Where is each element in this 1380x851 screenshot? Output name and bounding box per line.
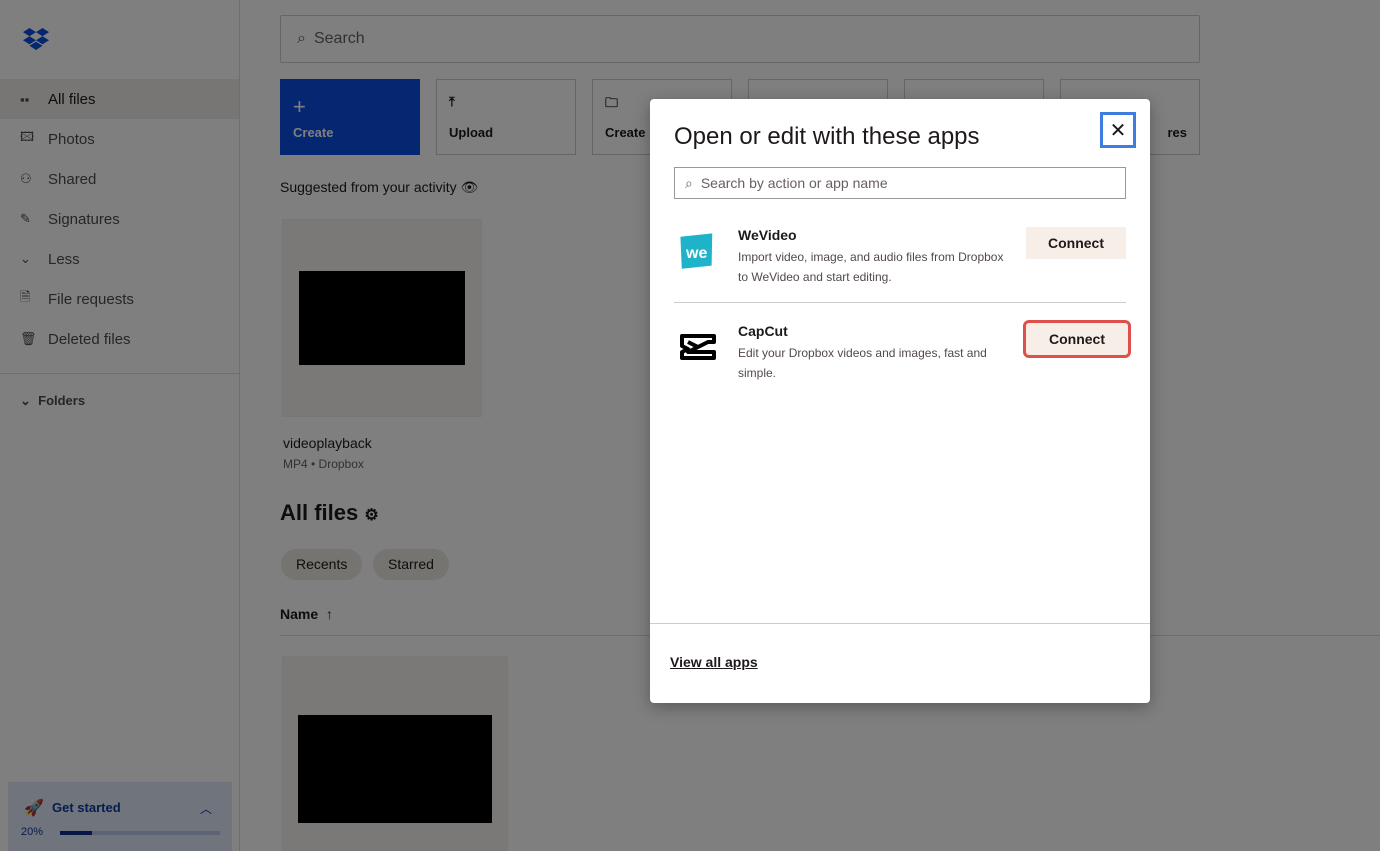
capcut-logo-icon <box>680 334 716 360</box>
app-search-input[interactable]: ⌕ Search by action or app name <box>674 167 1126 199</box>
search-icon: ⌕ <box>685 174 693 191</box>
close-icon: ✕ <box>1109 119 1127 142</box>
app-name: WeVideo <box>738 227 797 243</box>
app-item-capcut: CapCut Edit your Dropbox videos and imag… <box>674 320 1131 419</box>
view-all-apps-link[interactable]: View all apps <box>670 654 758 670</box>
app-search-placeholder: Search by action or app name <box>700 175 888 191</box>
open-with-apps-dialog: Open or edit with these apps ✕ ⌕ Search b… <box>650 99 1150 703</box>
connect-wevideo-button[interactable]: Connect <box>1026 227 1126 259</box>
dialog-title: Open or edit with these apps <box>674 123 980 150</box>
app-name: CapCut <box>738 323 788 339</box>
app-description: Edit your Dropbox videos and images, fas… <box>738 346 987 380</box>
divider <box>674 302 1126 303</box>
svg-text:we: we <box>685 245 707 262</box>
connect-capcut-button[interactable]: Connect <box>1023 320 1131 358</box>
wevideo-logo-icon: we <box>680 233 713 269</box>
app-item-wevideo: we WeVideo Import video, image, and audi… <box>674 227 1126 323</box>
app-description: Import video, image, and audio files fro… <box>738 250 1004 284</box>
close-button[interactable]: ✕ <box>1100 112 1136 148</box>
dialog-footer-divider <box>650 623 1150 624</box>
